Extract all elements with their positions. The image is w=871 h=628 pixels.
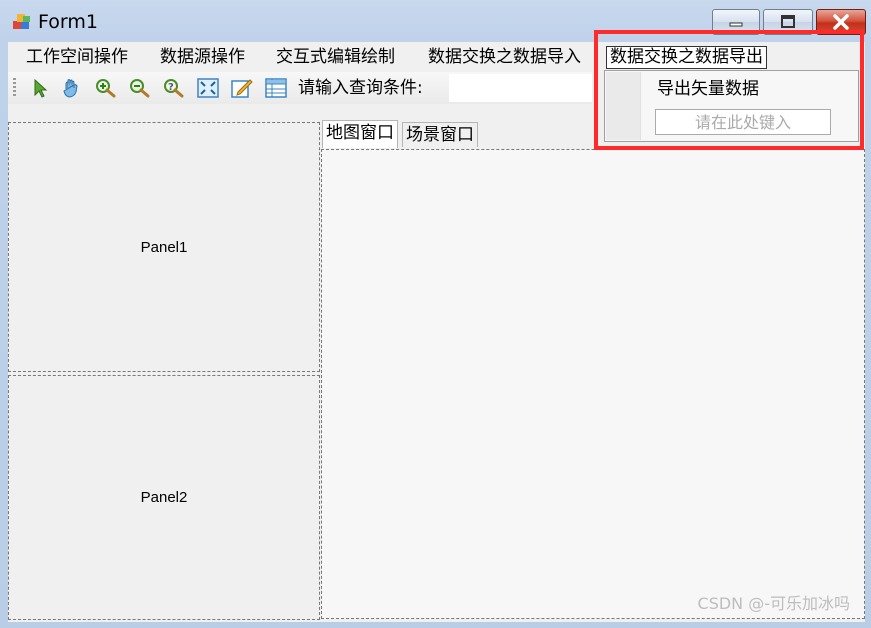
menu-datasource[interactable]: 数据源操作 <box>157 46 248 69</box>
minimize-icon <box>713 10 759 34</box>
query-label: 请输入查询条件: <box>298 78 423 98</box>
query-input[interactable] <box>449 74 592 102</box>
menu-interactive-edit[interactable]: 交互式编辑绘制 <box>273 46 398 69</box>
close-button[interactable] <box>816 9 866 35</box>
panel1: Panel1 <box>8 122 320 372</box>
identify-icon[interactable]: ? <box>162 77 186 99</box>
toolbar: ? 请输入查询条件: <box>8 72 592 104</box>
app-icon <box>13 14 30 29</box>
close-icon <box>817 10 865 34</box>
tab-scene-window[interactable]: 场景窗口 <box>402 122 478 147</box>
menu-workspace[interactable]: 工作空间操作 <box>23 46 131 69</box>
minimize-button[interactable] <box>712 9 760 35</box>
full-extent-icon[interactable] <box>196 77 220 99</box>
menu-data-import[interactable]: 数据交换之数据导入 <box>425 46 584 69</box>
dropdown-image-margin <box>606 72 641 140</box>
maximize-icon <box>764 10 812 34</box>
export-dropdown-menu: 导出矢量数据 <box>604 70 859 142</box>
pan-hand-icon[interactable] <box>60 77 84 99</box>
panel2-label: Panel2 <box>140 489 188 506</box>
watermark: CSDN @-可乐加冰吗 <box>697 594 850 613</box>
edit-icon[interactable] <box>230 77 254 99</box>
zoom-in-icon[interactable] <box>94 77 118 99</box>
map-window-page[interactable] <box>321 149 865 619</box>
dropdown-type-here-input[interactable] <box>655 109 831 135</box>
panel1-label: Panel1 <box>140 238 188 256</box>
menu-data-export[interactable]: 数据交换之数据导出 <box>606 46 767 69</box>
menu-item-export-vector[interactable]: 导出矢量数据 <box>657 77 759 101</box>
panel2: Panel2 <box>8 375 320 620</box>
maximize-button[interactable] <box>763 9 813 35</box>
window-title: Form1 <box>38 11 98 33</box>
svg-text:?: ? <box>168 82 174 93</box>
application-window: Form1 工作空间操作 数据源操作 交互式编辑绘制 数据交换之数据导入 数据交… <box>0 0 871 628</box>
attribute-table-icon[interactable] <box>264 77 288 99</box>
title-bar[interactable]: Form1 <box>0 0 871 42</box>
menu-bar: 工作空间操作 数据源操作 交互式编辑绘制 数据交换之数据导入 数据交换之数据导出 <box>8 42 865 72</box>
zoom-out-icon[interactable] <box>128 77 152 99</box>
form-client-area: 工作空间操作 数据源操作 交互式编辑绘制 数据交换之数据导入 数据交换之数据导出 <box>8 42 865 622</box>
select-arrow-icon[interactable] <box>28 77 52 99</box>
toolbar-grip[interactable] <box>13 78 16 98</box>
tab-map-window[interactable]: 地图窗口 <box>322 120 398 148</box>
